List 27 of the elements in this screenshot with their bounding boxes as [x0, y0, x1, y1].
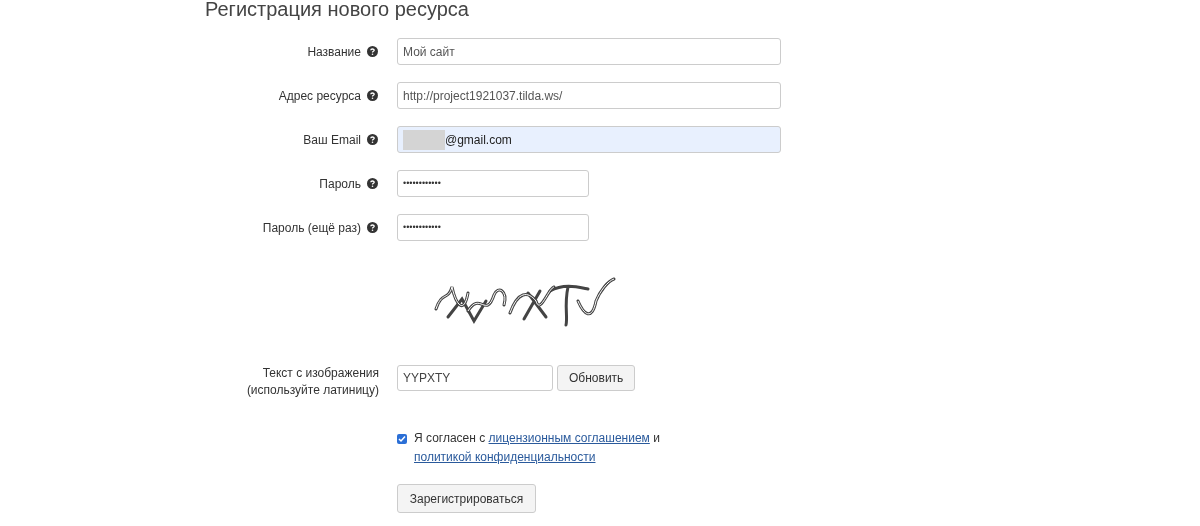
field-label: (используйте латиницу) — [246, 382, 379, 399]
check-icon — [398, 435, 406, 443]
page-title: Регистрация нового ресурса — [205, 0, 470, 19]
register-button[interactable]: Зарегистрироваться — [397, 484, 536, 513]
license-link[interactable]: лицензионным соглашением — [488, 431, 650, 445]
help-icon — [367, 222, 378, 233]
field-label: Ваш Email — [303, 131, 361, 149]
input-field[interactable]: •••••••••••• — [397, 170, 589, 197]
agreement-text: Я согласен с лицензионным соглашением и политикой конфиденциальности — [414, 430, 661, 466]
help-icon — [367, 90, 378, 101]
field-label: Пароль (ещё раз) — [262, 219, 361, 237]
field-label: Адрес ресурса — [278, 87, 361, 105]
help-icon — [367, 46, 378, 57]
field-label: Название — [307, 43, 361, 61]
help-icon — [367, 178, 378, 189]
privacy-link[interactable]: политикой конфиденциальности — [414, 450, 596, 464]
redaction-block — [403, 129, 445, 150]
refresh-button[interactable]: Обновить — [557, 365, 636, 391]
checkbox[interactable] — [397, 434, 407, 444]
input-field[interactable]: YYPXTY — [397, 365, 553, 391]
field-label: Текст с изображения — [262, 365, 379, 382]
field-label: Пароль — [319, 175, 361, 193]
input-field[interactable]: @gmail.com — [397, 126, 781, 153]
input-field[interactable]: http://project1921037.tilda.ws/ — [397, 82, 781, 109]
input-field[interactable]: Мой сайт — [397, 38, 781, 65]
help-icon — [367, 134, 378, 145]
input-field[interactable]: •••••••••••• — [397, 214, 589, 241]
